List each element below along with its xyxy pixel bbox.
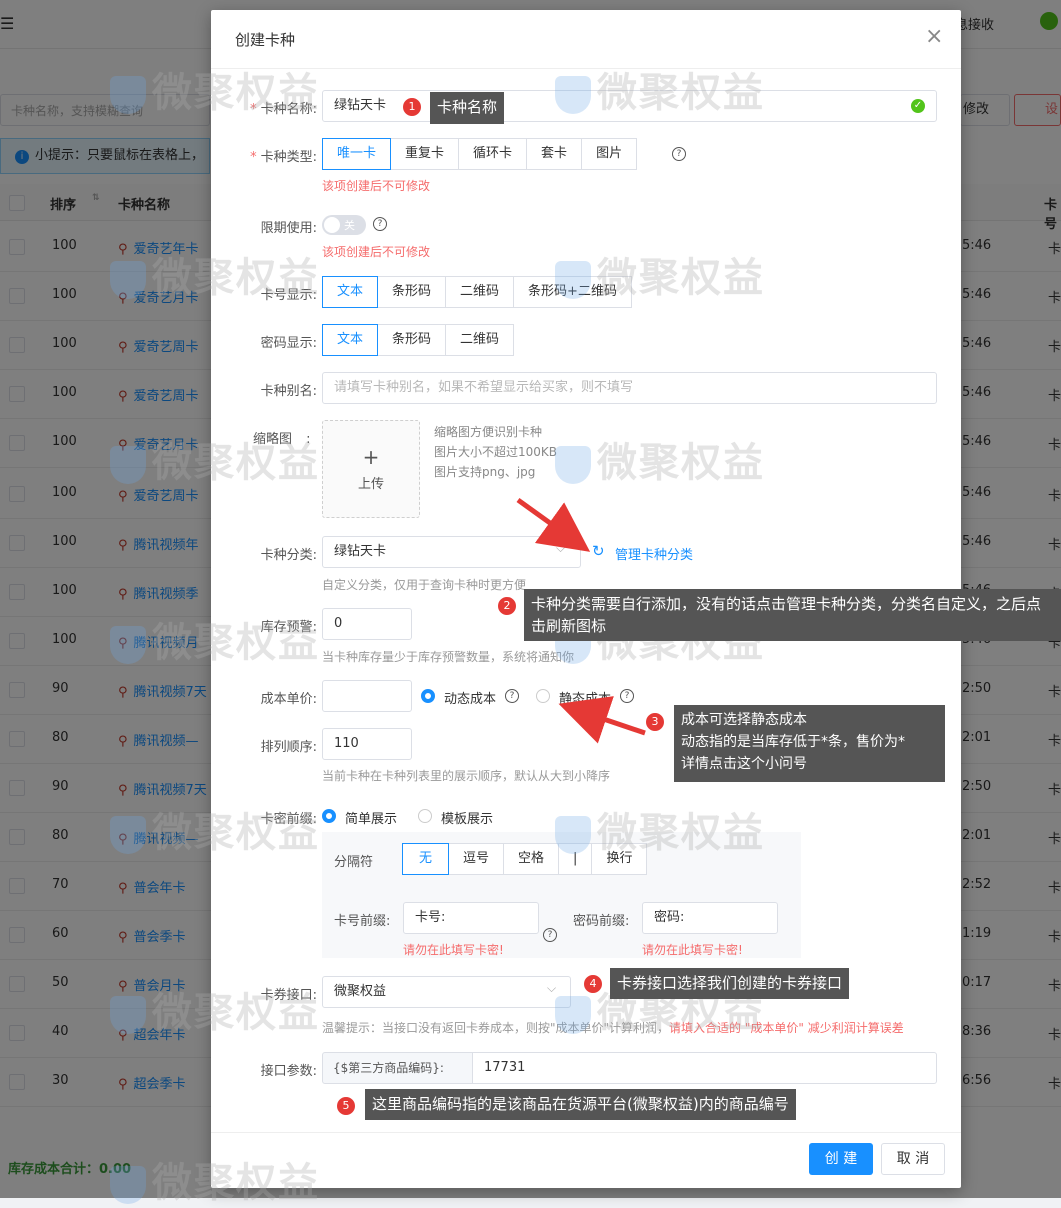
annotation-badge-3: 3 (645, 712, 665, 732)
annotation-4: 卡券接口选择我们创建的卡券接口 (610, 968, 850, 999)
type-option-unique[interactable]: 唯一卡 (322, 138, 392, 170)
arrow-to-help-icon (558, 696, 646, 744)
pwd-option-text[interactable]: 文本 (322, 324, 379, 356)
annotation-badge-2: 2 (497, 596, 517, 616)
sep-option-none[interactable]: 无 (402, 843, 450, 875)
arrow-to-refresh-icon (516, 497, 591, 552)
annotation-3: 成本可选择静态成本 动态指的是当库存低于*条，售价为* 详情点击这个小问号 (674, 705, 945, 782)
annotation-badge-5: 5 (336, 1096, 356, 1116)
annotation-badge-4: 4 (583, 974, 603, 994)
cardno-option-text[interactable]: 文本 (322, 276, 379, 308)
annotation-5: 这里商品编码指的是该商品在货源平台(微聚权益)内的商品编号 (365, 1089, 796, 1120)
annotation-2: 卡种分类需要自行添加，没有的话点击管理卡种分类，分类名自定义，之后点击刷新图标 (524, 589, 1061, 641)
